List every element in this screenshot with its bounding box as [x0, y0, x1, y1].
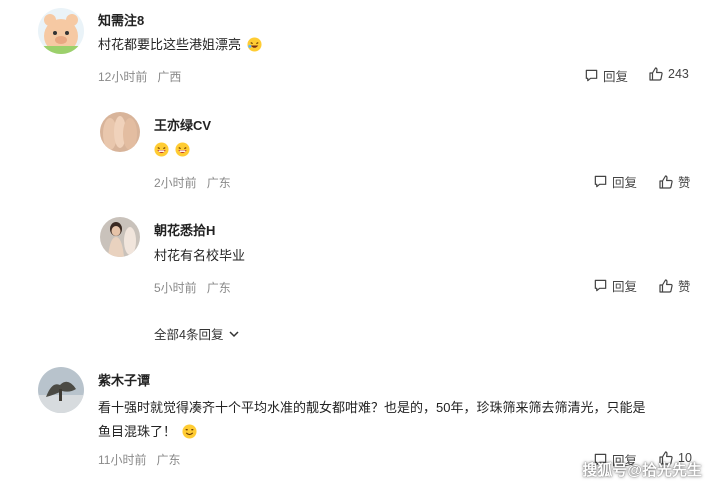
reply-icon: [585, 69, 598, 82]
comment-meta: 11小时前 广东: [98, 451, 190, 468]
smile-emoji-icon: [182, 424, 197, 439]
show-all-replies-button[interactable]: 全部4条回复: [154, 324, 241, 343]
reply-meta: 5小时前 广东: [154, 279, 241, 296]
like-count: 243: [668, 67, 689, 81]
avatar[interactable]: [38, 8, 84, 54]
like-icon: [659, 174, 673, 189]
reply-time: 2小时前: [154, 176, 197, 190]
avatar[interactable]: [100, 217, 140, 257]
comment-text: 村花都要比这些港姐漂亮: [98, 33, 262, 57]
reply-time: 5小时前: [154, 281, 197, 295]
like-icon: [659, 278, 673, 293]
grin-emoji-icon: [154, 142, 169, 157]
reply-text: 村花有名校毕业: [154, 248, 246, 263]
comment-time: 11小时前: [98, 453, 147, 467]
like-label: 赞: [678, 176, 691, 190]
reply-location: 广东: [206, 281, 231, 295]
comment-text-body: 鱼目混珠了！: [98, 424, 177, 439]
laughing-emoji-icon: [247, 37, 262, 52]
reply-meta: 2小时前 广东: [154, 174, 241, 191]
comment-text: 看十强时就觉得凑齐十个平均水准的靓女都咁难？也是的，50年，珍珠筛来筛去筛清光，…: [98, 396, 708, 444]
reply-icon: [594, 175, 607, 188]
reply-text: [154, 138, 190, 162]
reply-label: 回复: [612, 176, 638, 190]
reply-label: 回复: [612, 280, 638, 294]
comment-text-line: 鱼目混珠了！: [98, 420, 708, 444]
like-button[interactable]: 赞: [658, 276, 691, 295]
comment-text-body: 村花都要比这些港姐漂亮: [98, 37, 242, 52]
watermark: 搜狐号@拾光先生: [582, 462, 702, 479]
comment-username[interactable]: 知需注8: [98, 10, 144, 29]
comment-username[interactable]: 紫木子谭: [98, 370, 150, 389]
comment-time: 12小时前: [98, 70, 148, 84]
chevron-down-icon: [229, 330, 239, 337]
reply-location: 广东: [206, 176, 231, 190]
comment-meta: 12小时前 广西: [98, 68, 191, 85]
comment-location: 广西: [157, 70, 182, 84]
reply-icon: [594, 279, 607, 292]
grin-emoji-icon: [175, 142, 190, 157]
avatar[interactable]: [38, 367, 84, 413]
reply-label: 回复: [603, 70, 629, 84]
reply-button[interactable]: 回复: [584, 66, 628, 85]
comment-text-line: 看十强时就觉得凑齐十个平均水准的靓女都咁难？也是的，50年，珍珠筛来筛去筛清光，…: [98, 400, 646, 415]
reply-button[interactable]: 回复: [593, 276, 637, 295]
show-all-replies-label: 全部4条回复: [154, 328, 224, 342]
comment-location: 广东: [156, 453, 181, 467]
like-button[interactable]: 赞: [658, 172, 691, 191]
like-button[interactable]: 243: [648, 66, 689, 82]
reply-username[interactable]: 朝花悉拾H: [154, 220, 215, 239]
reply-username[interactable]: 王亦绿CV: [154, 115, 211, 134]
avatar[interactable]: [100, 112, 140, 152]
like-icon: [649, 67, 663, 81]
like-label: 赞: [678, 280, 691, 294]
reply-button[interactable]: 回复: [593, 172, 637, 191]
